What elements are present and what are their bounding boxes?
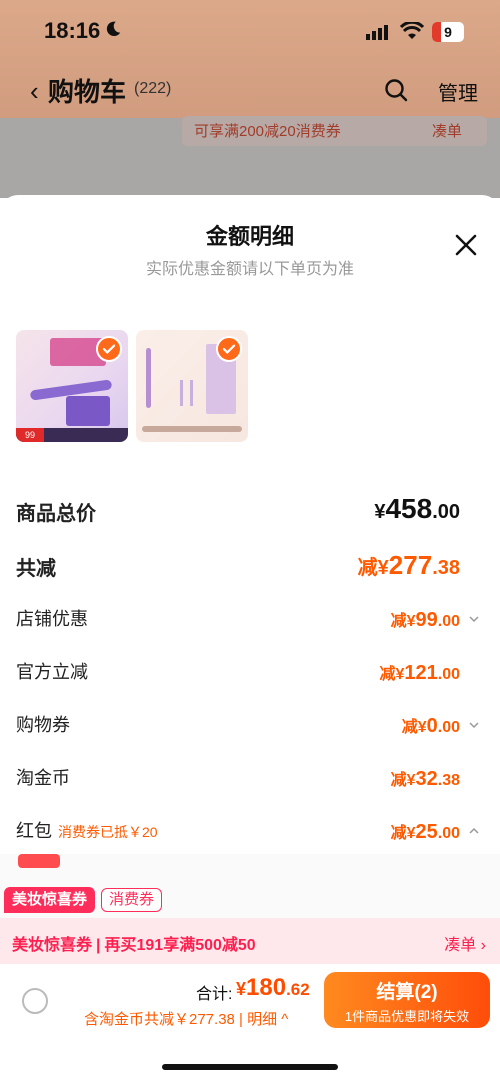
- sheet-title: 金额明细: [205, 224, 294, 249]
- manage-button[interactable]: 管理: [438, 77, 478, 106]
- status-time: 18:16: [44, 18, 101, 43]
- redpacket-note: 消费券已抵￥20: [58, 824, 158, 840]
- status-bar: 18:16 9: [0, 0, 500, 64]
- promo-text: 美妆惊喜券 | 再买191享满500减50: [12, 937, 256, 954]
- close-icon[interactable]: [454, 233, 478, 257]
- sum-label: 合计:: [196, 986, 233, 1003]
- check-icon: [216, 336, 242, 362]
- total-discount-label: 共减: [16, 558, 56, 580]
- background-coupon-banner: 可享满200减20消费券 凑单: [182, 116, 487, 146]
- checkout-button[interactable]: 结算(2) 1件商品优惠即将失效: [324, 972, 490, 1028]
- battery-indicator: 9: [432, 22, 464, 42]
- product-thumbnail-skincare[interactable]: 99: [16, 330, 128, 442]
- total-price-value: ¥458.00: [374, 493, 460, 524]
- sum-value: ¥180.62: [236, 974, 310, 1001]
- sheet-subtitle: 实际优惠金额请以下单页为准: [145, 261, 354, 278]
- nav-bar: ‹ 购物车 (222) 管理: [0, 70, 500, 110]
- promo-banner[interactable]: 美妆惊喜券 | 再买191享满500减50 凑单 ›: [0, 918, 500, 964]
- chevron-up-icon[interactable]: [468, 825, 480, 837]
- chevron-down-icon[interactable]: [468, 719, 480, 731]
- back-icon[interactable]: ‹: [30, 76, 39, 107]
- total-discount-value: 减¥277.38: [357, 550, 460, 580]
- product-thumbnail-toothbrush[interactable]: [136, 330, 248, 442]
- chevron-down-icon[interactable]: [468, 613, 480, 625]
- promo-tag-voucher: 消费券: [101, 888, 163, 912]
- moon-icon: [106, 21, 121, 37]
- signal-icon: [366, 25, 388, 40]
- thumbnail-price-badge: 99: [16, 428, 44, 442]
- detail-toggle[interactable]: 含淘金币共减￥277.38 | 明细 ^: [84, 1008, 288, 1029]
- amount-detail-sheet: 金额明细 实际优惠金额请以下单页为准 99 商品总价 ¥458.00 共减 减¥…: [0, 195, 500, 895]
- cart-count: (222): [134, 80, 172, 97]
- wifi-icon: [400, 22, 424, 39]
- promo-action-link[interactable]: 凑单 ›: [444, 931, 486, 955]
- total-price-label: 商品总价: [16, 503, 96, 525]
- select-all-radio[interactable]: [22, 988, 48, 1014]
- promo-tag-beauty: 美妆惊喜券: [4, 887, 96, 913]
- search-icon[interactable]: [384, 78, 408, 102]
- home-indicator: [162, 1064, 338, 1070]
- page-title: 购物车: [48, 77, 127, 107]
- check-icon: [96, 336, 122, 362]
